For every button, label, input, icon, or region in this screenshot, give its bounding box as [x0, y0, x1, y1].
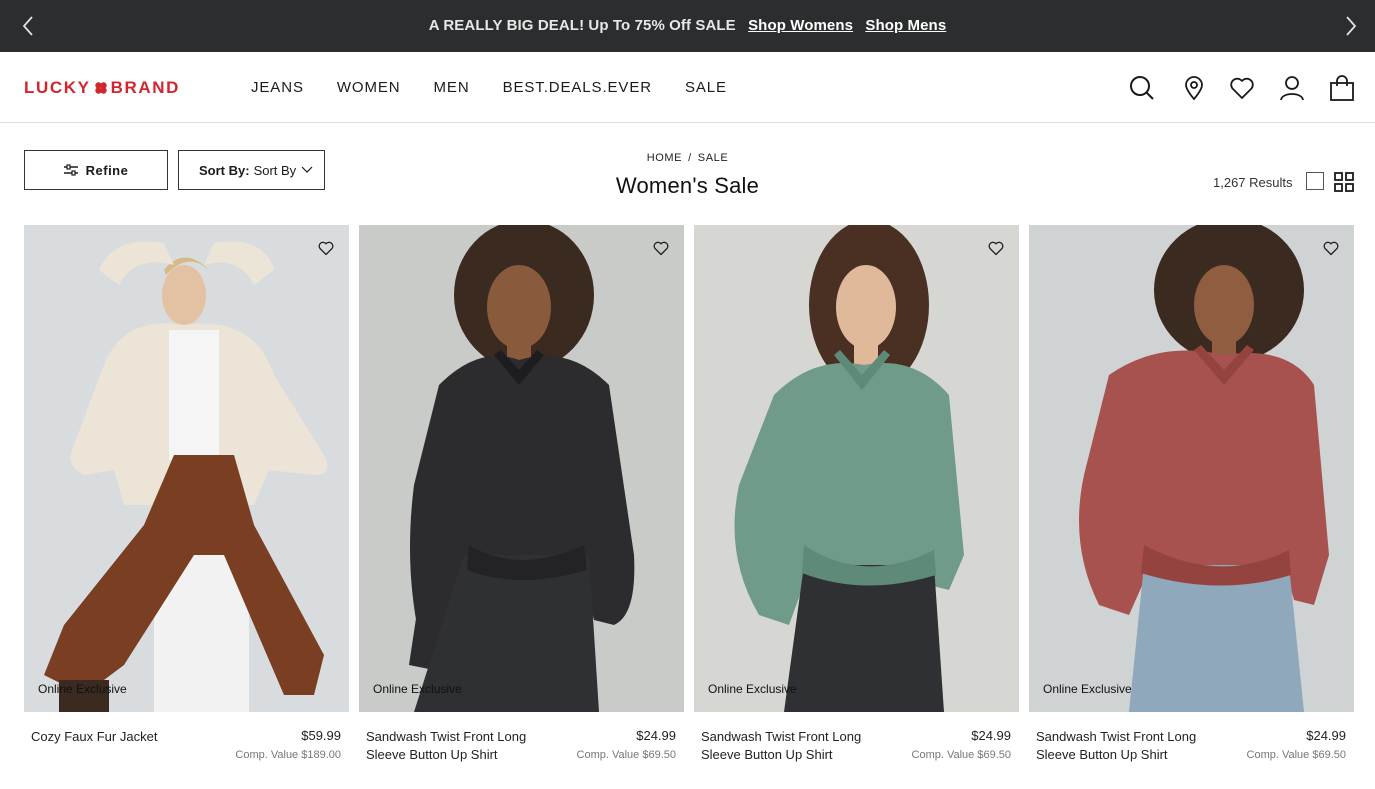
clover-icon [94, 82, 107, 94]
nav-sale[interactable]: SALE [685, 79, 727, 96]
nav-men[interactable]: MEN [434, 79, 470, 96]
product-image[interactable] [1029, 225, 1354, 712]
nav-jeans[interactable]: JEANS [251, 79, 304, 96]
breadcrumb: HOME / SALE [0, 152, 1375, 164]
online-exclusive-badge: Online Exclusive [1043, 682, 1132, 696]
product-name[interactable]: Sandwash Twist Front Long Sleeve Button … [701, 728, 901, 764]
chevron-right-icon[interactable] [1337, 13, 1363, 39]
product-price: $24.99 [1306, 728, 1346, 743]
comp-value: Comp. Value $189.00 [235, 749, 341, 761]
product-card[interactable]: Online Exclusive Sandwash Twist Front Lo… [694, 225, 1019, 785]
promo-message: A REALLY BIG DEAL! Up To 75% Off SALE Sh… [0, 17, 1375, 34]
comp-value: Comp. Value $69.50 [1246, 749, 1346, 761]
product-card[interactable]: Online Exclusive Sandwash Twist Front Lo… [359, 225, 684, 785]
product-image[interactable] [359, 225, 684, 712]
product-photo [694, 225, 1019, 712]
breadcrumb-sale[interactable]: SALE [698, 152, 729, 164]
page-title: Women's Sale [615, 173, 760, 198]
grid-view-icon[interactable] [1334, 172, 1354, 192]
breadcrumb-separator: / [688, 152, 692, 164]
online-exclusive-badge: Online Exclusive [38, 682, 127, 696]
search-icon[interactable] [1128, 74, 1156, 102]
breadcrumb-home[interactable]: HOME [647, 152, 682, 164]
main-nav: JEANS WOMEN MEN BEST.DEALS.EVER SALE [251, 79, 760, 96]
promo-text: A REALLY BIG DEAL! Up To 75% Off SALE [428, 17, 736, 34]
product-photo [359, 225, 684, 712]
comp-value: Comp. Value $69.50 [911, 749, 1011, 761]
store-locator-icon[interactable] [1180, 74, 1208, 102]
product-photo [24, 225, 349, 712]
promo-bar: A REALLY BIG DEAL! Up To 75% Off SALE Sh… [0, 0, 1375, 52]
product-price: $59.99 [301, 728, 341, 743]
shop-mens-link[interactable]: Shop Mens [865, 17, 946, 34]
product-name[interactable]: Sandwash Twist Front Long Sleeve Button … [366, 728, 566, 764]
account-icon[interactable] [1278, 74, 1306, 102]
logo-text-right: BRAND [110, 78, 180, 97]
wishlist-heart-icon[interactable] [317, 239, 335, 257]
comp-value: Comp. Value $69.50 [576, 749, 676, 761]
product-image[interactable] [694, 225, 1019, 712]
bag-icon[interactable] [1328, 74, 1356, 102]
shop-womens-link[interactable]: Shop Womens [748, 17, 853, 34]
results-count: 1,267 Results [1213, 175, 1293, 190]
wishlist-heart-icon[interactable] [987, 239, 1005, 257]
wishlist-heart-icon[interactable] [1322, 239, 1340, 257]
online-exclusive-badge: Online Exclusive [373, 682, 462, 696]
wishlist-heart-icon[interactable] [652, 239, 670, 257]
brand-logo[interactable]: LUCKY BRAND [24, 78, 180, 98]
product-image[interactable] [24, 225, 349, 712]
nav-best-deals[interactable]: BEST.DEALS.EVER [503, 79, 652, 96]
single-view-toggle[interactable] [1306, 172, 1324, 190]
product-name[interactable]: Sandwash Twist Front Long Sleeve Button … [1036, 728, 1236, 764]
site-header: LUCKY BRAND JEANS WOMEN MEN BEST.DEALS.E… [0, 52, 1375, 123]
online-exclusive-badge: Online Exclusive [708, 682, 797, 696]
product-card[interactable]: Online Exclusive Cozy Faux Fur Jacket $5… [24, 225, 349, 785]
product-price: $24.99 [636, 728, 676, 743]
nav-women[interactable]: WOMEN [337, 79, 401, 96]
product-photo [1029, 225, 1354, 712]
product-name[interactable]: Cozy Faux Fur Jacket [31, 728, 231, 746]
product-price: $24.99 [971, 728, 1011, 743]
logo-text-left: LUCKY [24, 78, 91, 97]
product-card[interactable]: Online Exclusive Sandwash Twist Front Lo… [1029, 225, 1354, 785]
wishlist-icon[interactable] [1228, 74, 1256, 102]
